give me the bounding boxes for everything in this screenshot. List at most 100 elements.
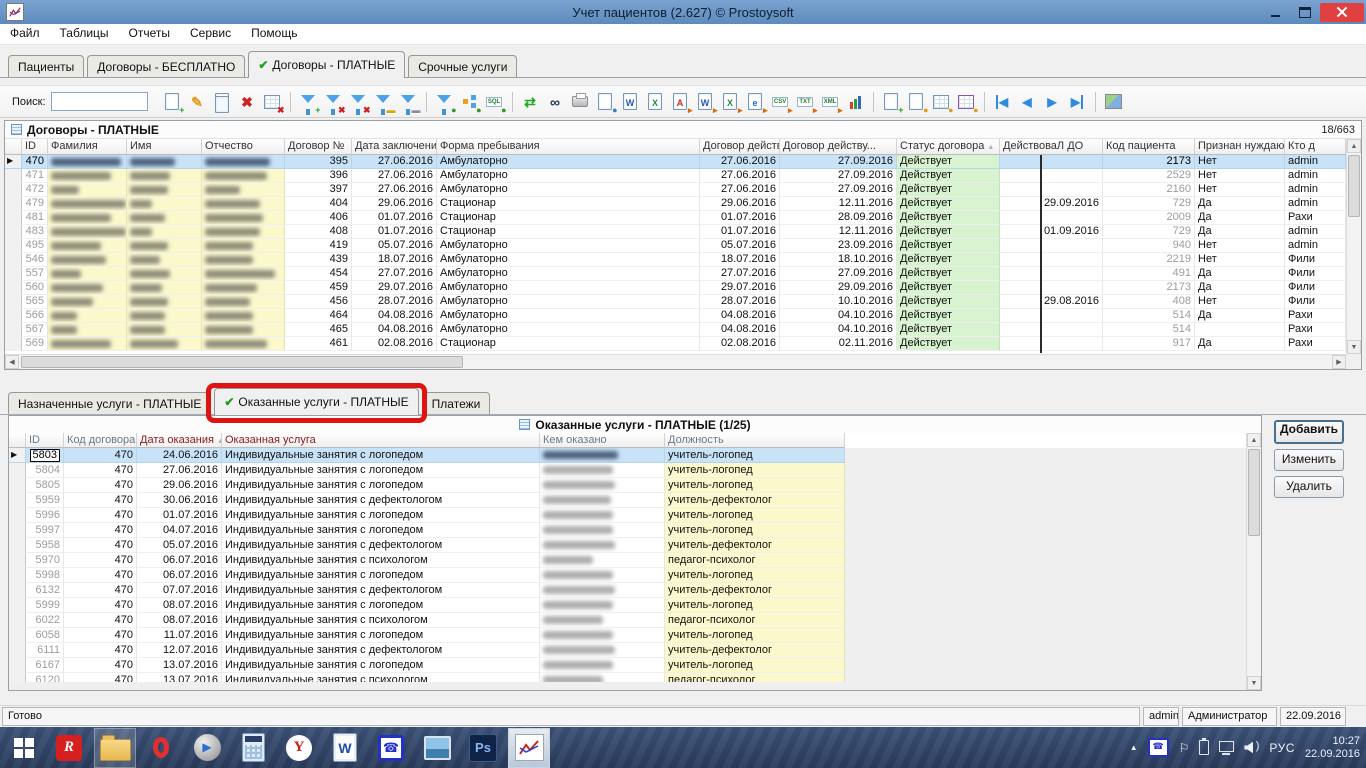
delete-record-icon[interactable]: ✖ <box>236 91 259 112</box>
detail-tab-2[interactable]: Платежи <box>422 392 491 414</box>
menu-service[interactable]: Сервис <box>180 24 241 44</box>
network-icon[interactable] <box>1219 741 1234 752</box>
nav-prev-icon[interactable]: ◀ <box>1016 91 1039 112</box>
contracts-vscrollbar[interactable]: ▲ ▼ <box>1346 139 1361 354</box>
filter-visibility-icon[interactable]: ● <box>433 91 456 112</box>
add-button[interactable]: Добавить <box>1274 420 1344 444</box>
service-row[interactable]: 611147012.07.2016Индивидуальные занятия … <box>9 643 845 658</box>
contract-row[interactable]: 56646404.08.2016Амбулаторно04.08.201604.… <box>5 309 1346 323</box>
filter-remove-icon[interactable]: ✖ <box>322 91 345 112</box>
form-properties-icon[interactable]: ● <box>955 91 978 112</box>
delete-table-rows-icon[interactable]: ✖ <box>261 91 284 112</box>
tray-flag-icon[interactable]: ⚐ <box>1179 742 1190 754</box>
contract-row[interactable]: 49541905.07.2016Амбулаторно05.07.201623.… <box>5 239 1346 253</box>
export-xml-icon[interactable]: XML▸ <box>819 91 842 112</box>
print-icon[interactable] <box>569 91 592 112</box>
record-properties-icon[interactable]: ● <box>905 91 928 112</box>
services-column-header-3[interactable]: Дата оказания ▲ <box>137 433 222 448</box>
services-column-header-6[interactable]: Должность <box>665 433 845 448</box>
menu-tables[interactable]: Таблицы <box>50 24 119 44</box>
menu-file[interactable]: Файл <box>0 24 50 44</box>
service-row[interactable]: 599747004.07.2016Индивидуальные занятия … <box>9 523 845 538</box>
add-record-icon[interactable]: + <box>161 91 184 112</box>
filter-remove-all-icon[interactable]: ✖ <box>347 91 370 112</box>
export-excel-icon[interactable]: X▸ <box>719 91 742 112</box>
contracts-column-header-3[interactable]: Имя <box>127 139 202 155</box>
export-word-icon[interactable]: W▸ <box>694 91 717 112</box>
filter-add-icon[interactable]: + <box>297 91 320 112</box>
filter-save-icon[interactable]: ▬ <box>397 91 420 112</box>
print-preview-icon[interactable]: ● <box>594 91 617 112</box>
contract-row[interactable]: 47139627.06.2016Амбулаторно27.06.201627.… <box>5 169 1346 183</box>
main-tab-2[interactable]: ✔Договоры - ПЛАТНЫЕ <box>248 51 405 78</box>
contract-row[interactable]: 47239727.06.2016Амбулаторно27.06.201627.… <box>5 183 1346 197</box>
scroll-right-icon[interactable]: ▶ <box>1332 355 1346 369</box>
taskbar-clock[interactable]: 10:27 22.09.2016 <box>1305 735 1360 761</box>
scroll-up-icon[interactable]: ▲ <box>1247 433 1261 447</box>
contract-row[interactable]: ▶47039527.06.2016Амбулаторно27.06.201627… <box>5 155 1346 169</box>
service-row[interactable]: 602247008.07.2016Индивидуальные занятия … <box>9 613 845 628</box>
services-column-header-2[interactable]: Код договора <box>64 433 137 448</box>
language-indicator[interactable]: РУС <box>1269 741 1295 755</box>
contract-row[interactable]: 55745427.07.2016Амбулаторно27.07.201627.… <box>5 267 1346 281</box>
image-view-icon[interactable] <box>1102 91 1125 112</box>
volume-icon[interactable] <box>1244 742 1259 754</box>
service-row[interactable]: 612047013.07.2016Индивидуальные занятия … <box>9 673 845 682</box>
contracts-column-header-2[interactable]: Фамилия <box>48 139 127 155</box>
services-column-header-5[interactable]: Кем оказано <box>540 433 665 448</box>
contracts-column-header-5[interactable]: Договор № <box>285 139 352 155</box>
service-row[interactable]: 613247007.07.2016Индивидуальные занятия … <box>9 583 845 598</box>
export-pdf-icon[interactable]: A▸ <box>669 91 692 112</box>
restore-button[interactable] <box>1290 3 1320 22</box>
detail-tab-0[interactable]: Назначенные услуги - ПЛАТНЫЕ <box>8 392 211 414</box>
copy-record-icon[interactable] <box>211 91 234 112</box>
scroll-left-icon[interactable]: ◀ <box>5 355 19 369</box>
taskbar-app-yandex[interactable]: Y <box>278 728 320 768</box>
search-input[interactable] <box>51 92 148 111</box>
taskbar-app-explorer[interactable] <box>94 728 136 768</box>
filter-tree-icon[interactable]: ● <box>458 91 481 112</box>
contracts-column-header-6[interactable]: Дата заключени... <box>352 139 437 155</box>
contracts-column-header-1[interactable]: ID <box>22 139 48 155</box>
contracts-column-header-8[interactable]: Договор действу... <box>700 139 780 155</box>
export-html-icon[interactable]: e▸ <box>744 91 767 112</box>
delete-button[interactable]: Удалить <box>1274 476 1344 498</box>
filter-open-icon[interactable]: ▬ <box>372 91 395 112</box>
nav-last-icon[interactable]: ▶ <box>1066 91 1089 112</box>
contract-row[interactable]: 48140601.07.2016Стационар01.07.201628.09… <box>5 211 1346 225</box>
contracts-column-header-12[interactable]: Код пациента <box>1103 139 1195 155</box>
taskbar-app-photoshop[interactable]: Ps <box>462 728 504 768</box>
service-row[interactable]: ▶580347024.06.2016Индивидуальные занятия… <box>9 448 845 463</box>
find-icon[interactable]: ∞ <box>544 91 567 112</box>
contract-row[interactable]: 56746504.08.2016Амбулаторно04.08.201604.… <box>5 323 1346 337</box>
contract-row[interactable]: 47940429.06.2016Стационар29.06.201612.11… <box>5 197 1346 211</box>
contracts-column-header-4[interactable]: Отчество <box>202 139 285 155</box>
service-row[interactable]: 595947030.06.2016Индивидуальные занятия … <box>9 493 845 508</box>
taskbar-app-phone[interactable]: ☎ <box>370 728 412 768</box>
scroll-down-icon[interactable]: ▼ <box>1247 676 1261 690</box>
contracts-column-header-10[interactable]: Статус договора ▲ <box>897 139 1000 155</box>
main-tab-1[interactable]: Договоры - БЕСПЛАТНО <box>87 55 245 77</box>
service-row[interactable]: 599647001.07.2016Индивидуальные занятия … <box>9 508 845 523</box>
taskbar-app-patient-accounting[interactable] <box>508 728 550 768</box>
close-button[interactable] <box>1320 3 1364 22</box>
contract-row[interactable]: 56545628.07.2016Амбулаторно28.07.201610.… <box>5 295 1346 309</box>
sql-view-icon[interactable]: SQL● <box>483 91 506 112</box>
chart-icon[interactable] <box>844 91 867 112</box>
scroll-down-icon[interactable]: ▼ <box>1347 340 1361 354</box>
taskbar-app-opera[interactable] <box>140 728 182 768</box>
taskbar-app-fastreport[interactable]: R <box>48 728 90 768</box>
services-column-header-0[interactable] <box>9 433 26 448</box>
service-row[interactable]: 616747013.07.2016Индивидуальные занятия … <box>9 658 845 673</box>
service-row[interactable]: 599847006.07.2016Индивидуальные занятия … <box>9 568 845 583</box>
service-row[interactable]: 595847005.07.2016Индивидуальные занятия … <box>9 538 845 553</box>
refresh-icon[interactable]: ⇄ <box>519 91 542 112</box>
contracts-hscrollbar[interactable]: ◀ ▶ <box>5 354 1346 369</box>
services-column-header-4[interactable]: Оказанная услуга <box>222 433 540 448</box>
contract-row[interactable]: 56045929.07.2016Амбулаторно29.07.201629.… <box>5 281 1346 295</box>
service-row[interactable]: 605847011.07.2016Индивидуальные занятия … <box>9 628 845 643</box>
menu-help[interactable]: Помощь <box>241 24 307 44</box>
tray-phone-icon[interactable]: ☎ <box>1148 738 1169 757</box>
scroll-thumb[interactable] <box>21 356 463 368</box>
taskbar-app-calculator[interactable] <box>232 728 274 768</box>
